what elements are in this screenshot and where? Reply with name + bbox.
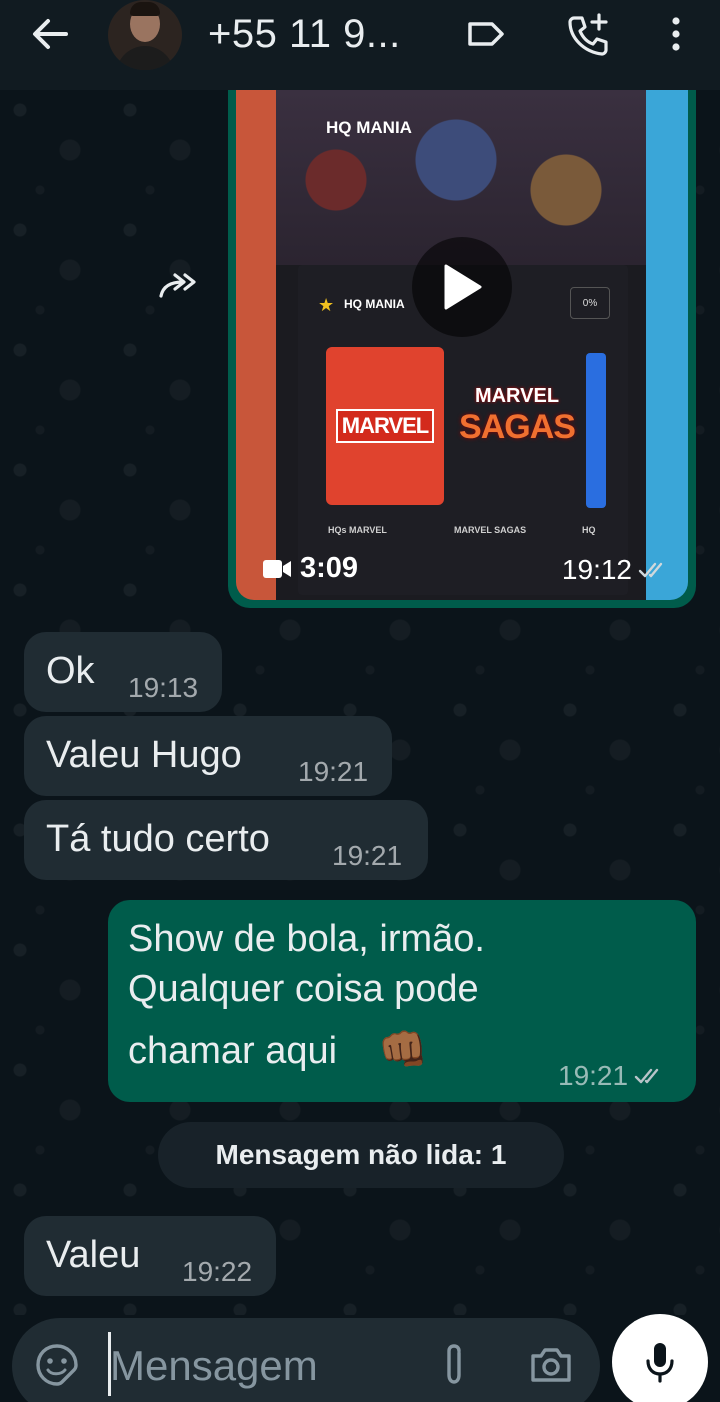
add-call-button[interactable] [564,12,612,56]
duration-text: 3:09 [300,552,359,584]
label-button[interactable] [462,12,510,56]
time-text: 19:12 [561,554,632,585]
video-thumbnail[interactable]: HQ MANIA ★ HQ MANIA 0% MARVEL MARVEL SAG… [236,90,688,600]
message-line: Show de bola, irmão. [128,918,485,960]
app-subtitle: HQ MANIA [344,297,405,311]
sticker-emoji-icon [36,1344,78,1386]
video-camera-icon [263,559,291,578]
card-label: HQs MARVEL [328,525,387,535]
card-label: MARVEL SAGAS [454,525,527,535]
video-duration: 3:09 [262,552,358,585]
message-line: chamar aqui [128,1030,338,1072]
sagas-bottom: SAGAS [459,408,576,446]
message-text: Tá tudo certo [46,818,270,860]
next-card-strip [586,353,606,508]
incoming-message[interactable]: Valeu 19:22 [24,1216,276,1296]
more-options-button[interactable] [652,12,700,56]
double-check-icon [634,1068,659,1084]
chat-header: +55 11 9... [0,0,720,90]
video-timestamp: 19:12 [562,554,668,586]
camera-icon [531,1348,571,1382]
outgoing-message[interactable]: Show de bola, irmão. Qualquer coisa pode… [108,900,696,1102]
marvel-card: MARVEL [326,347,444,505]
back-arrow-icon [33,19,68,49]
message-input[interactable] [110,1332,430,1400]
message-time: 19:13 [128,672,199,703]
forward-icon [159,273,196,298]
incoming-message[interactable]: Ok 19:13 [24,632,222,712]
fist-emoji: 👊🏾 [378,1028,428,1072]
app-title: HQ MANIA [326,118,412,137]
microphone-icon [646,1343,674,1383]
message-line: Qualquer coisa pode [128,968,479,1010]
contact-avatar[interactable] [108,0,182,70]
message-text: Valeu Hugo [46,734,242,776]
card-label: HQ [582,525,596,535]
sagas-top: MARVEL [474,385,560,407]
star-icon: ★ [318,295,335,315]
marvel-sagas-logo: MARVEL SAGAS [458,385,576,447]
more-vert-icon [672,17,680,51]
label-icon [468,22,504,46]
unread-messages-banner: Mensagem não lida: 1 [158,1122,564,1188]
message-text: Ok [46,650,95,692]
forward-button[interactable] [154,266,204,306]
video-message[interactable]: HQ MANIA ★ HQ MANIA 0% MARVEL MARVEL SAG… [228,90,696,608]
chat-area[interactable]: HQ MANIA ★ HQ MANIA 0% MARVEL MARVEL SAG… [0,90,720,1315]
marvel-logo: MARVEL [335,409,435,443]
paperclip-icon [447,1344,461,1384]
message-time: 19:21 [558,1060,629,1091]
incoming-message[interactable]: Tá tudo certo 19:21 [24,800,428,880]
incoming-message[interactable]: Valeu Hugo 19:21 [24,716,392,796]
message-text: Valeu [46,1234,141,1276]
emoji-button[interactable] [34,1342,80,1388]
message-time: 19:22 [182,1256,253,1287]
video-frame-phone: HQ MANIA ★ HQ MANIA 0% MARVEL MARVEL SAG… [276,90,646,600]
attach-button[interactable] [432,1340,476,1390]
voice-record-button[interactable] [612,1314,708,1402]
play-button[interactable] [412,237,512,337]
double-check-icon [638,562,663,578]
camera-button[interactable] [526,1340,576,1390]
percent-badge: 0% [570,287,610,319]
message-time: 19:21 [298,756,369,787]
message-time: 19:21 [332,840,403,871]
play-icon [444,264,482,310]
message-time-wrap: 19:21 [558,1060,664,1092]
add-call-icon [568,13,608,56]
back-button[interactable] [28,16,72,52]
contact-name[interactable]: +55 11 9... [208,12,401,57]
message-composer [12,1318,600,1402]
